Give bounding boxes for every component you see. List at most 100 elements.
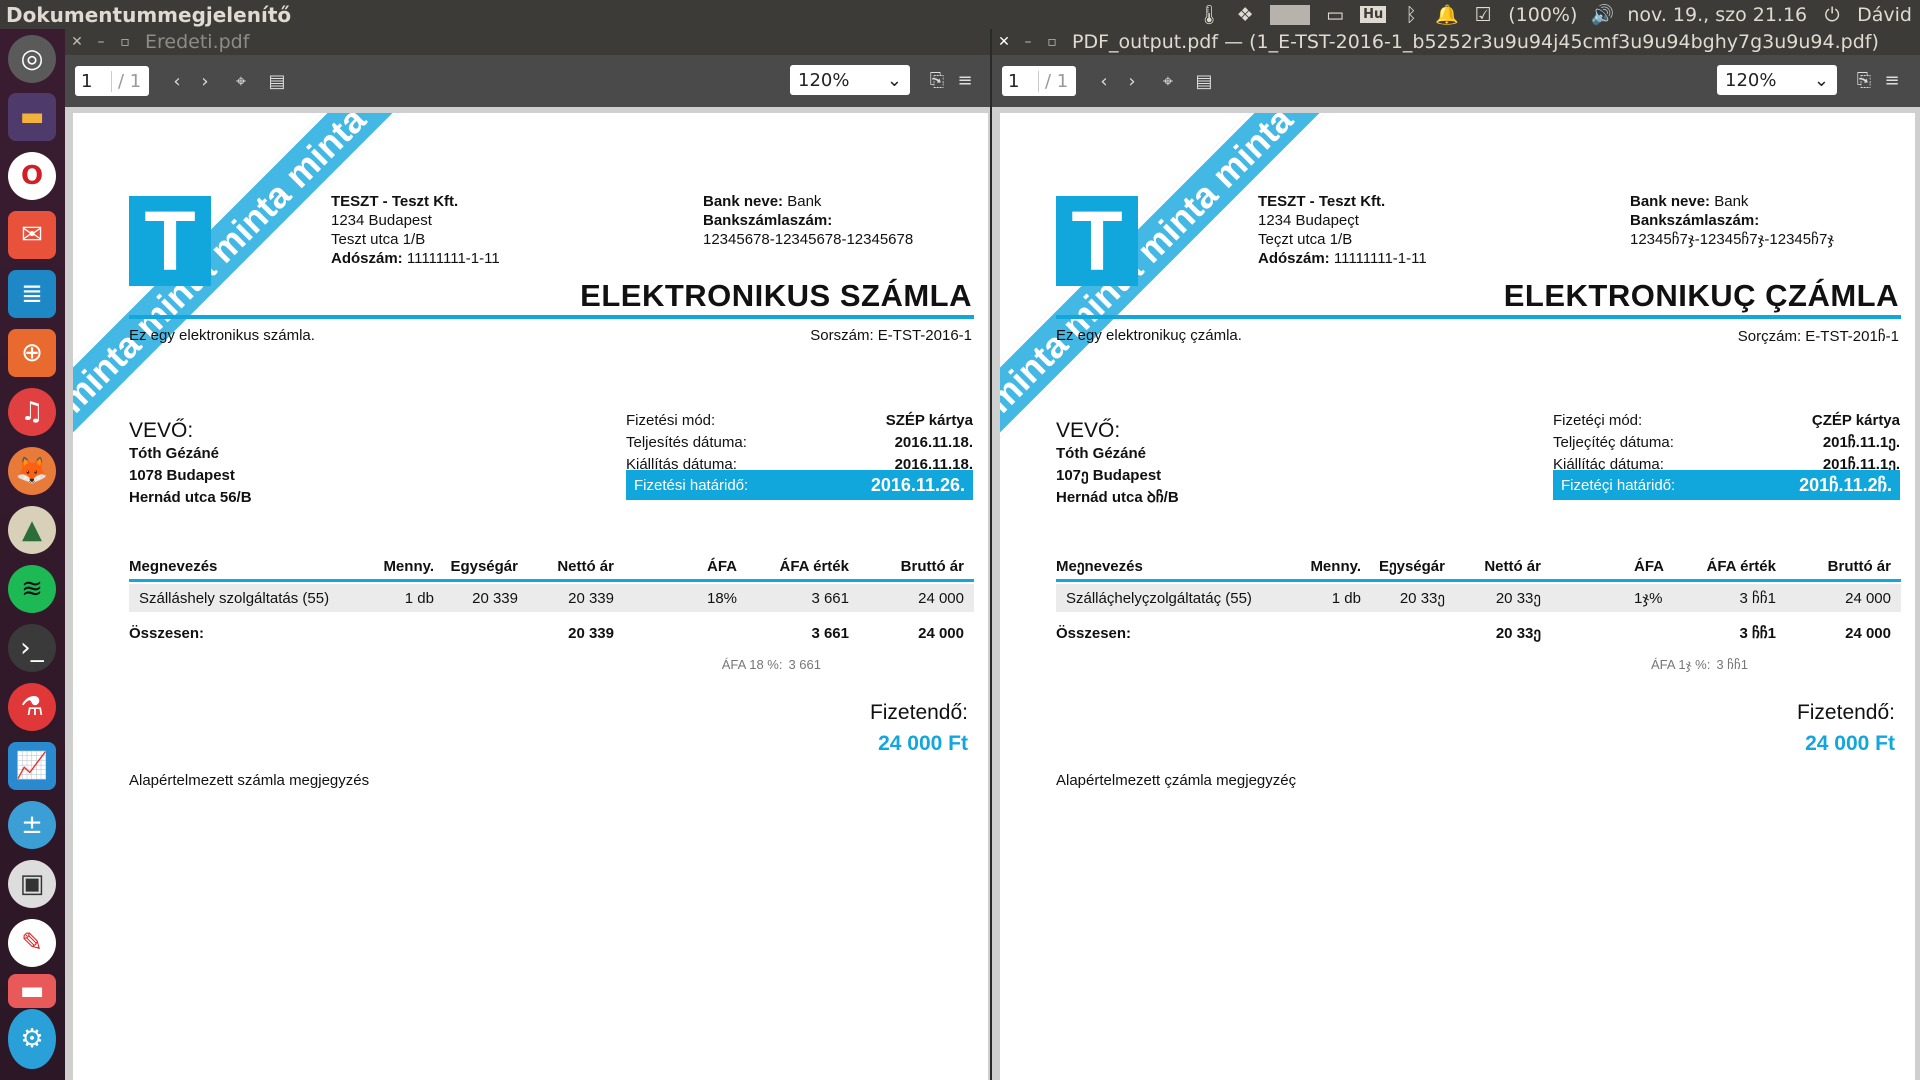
settings-icon[interactable]: ⚙ — [8, 1009, 56, 1069]
buyer-block: Tóth Gézáné 107ე Budapest Hernád utca ꝺჩ… — [1056, 443, 1179, 509]
row-qty: 1 db — [404, 589, 434, 607]
signature-icon[interactable]: ✎ — [8, 919, 56, 967]
clock[interactable]: nov. 19., szo 21.16 — [1627, 4, 1807, 26]
col-unit-price: Egységár — [450, 557, 518, 575]
invoice-title: ELEKTRONIKUÇ ÇZÁMLA — [1503, 278, 1899, 313]
calculator-icon[interactable]: ± — [8, 801, 56, 849]
maximize-icon[interactable]: ▫ — [113, 34, 137, 50]
title-divider — [1056, 315, 1901, 319]
next-page-icon[interactable]: › — [1118, 66, 1146, 96]
next-page-icon[interactable]: › — [191, 66, 219, 96]
issuer-name: TESZT - Teszt Kft. — [1258, 193, 1386, 210]
history-locate-icon[interactable]: ⌖ — [227, 66, 255, 96]
issuer-name: TESZT - Teszt Kft. — [331, 193, 459, 210]
payment-row: Teljesítés dátuma: 2016.11.18. — [626, 431, 973, 453]
volume-icon[interactable]: 🔊 — [1591, 4, 1615, 26]
system-tray: 🌡 ❖ ▭ Hu ᛒ 🔔 ☑ (100%) 🔊 nov. 19., szo 21… — [1197, 0, 1912, 29]
previous-page-icon[interactable]: ‹ — [163, 66, 191, 96]
hamburger-menu-icon[interactable]: ≡ — [951, 65, 979, 95]
right-document-view[interactable]: minta minta minta minta T TESZT - Teszt … — [992, 107, 1920, 1080]
minimize-icon[interactable]: – — [89, 34, 113, 50]
due-date-label: Fizetéçi határidő: — [1561, 476, 1676, 494]
row-name: Szálláshely szolgáltatás (55) — [139, 589, 330, 607]
table-header: Meეnevezés Menny. Eეységár Nettó ár ÁFA … — [1056, 555, 1901, 577]
remote-desktop-icon[interactable]: ▣ — [8, 860, 56, 908]
annotate-icon[interactable]: ▤ — [263, 66, 291, 96]
toggle-app-icon[interactable]: ▬ — [8, 974, 56, 1008]
right-toolbar: 1 / 1 ‹ › ⌖ ▤ 120% ⌄ ⎘ ≡ — [992, 55, 1920, 107]
blank-indicator[interactable] — [1270, 4, 1311, 25]
due-date-label: Fizetési határidő: — [634, 476, 749, 494]
music-icon[interactable]: ♫ — [8, 388, 56, 436]
notification-bell-icon[interactable]: 🔔 — [1435, 4, 1459, 26]
battery-check-icon[interactable]: ☑ — [1472, 4, 1494, 26]
right-titlebar: ✕ – ▫ PDF_output.pdf — (1_E-TST-2016-1_b… — [992, 29, 1920, 55]
dropbox-icon[interactable]: ❖ — [1234, 4, 1256, 26]
row-gross: 24 000 — [918, 589, 964, 607]
row-net: 20 339 — [568, 589, 614, 607]
software-center-icon[interactable]: ⊕ — [8, 329, 56, 377]
left-document-view[interactable]: minta minta minta minta T TESZT - Teszt … — [65, 107, 990, 1080]
annotate-icon[interactable]: ▤ — [1190, 66, 1218, 96]
close-icon[interactable]: ✕ — [65, 34, 89, 50]
previous-page-icon[interactable]: ‹ — [1090, 66, 1118, 96]
payable-label: Fizetendő: — [1796, 701, 1895, 724]
flask-icon[interactable]: ⚗ — [8, 683, 56, 731]
close-icon[interactable]: ✕ — [992, 34, 1016, 50]
left-titlebar: ✕ – ▫ Eredeti.pdf — [65, 29, 990, 55]
gimp-icon[interactable]: 🦊 — [8, 447, 56, 495]
terminal-icon[interactable]: ›_ — [8, 624, 56, 672]
total-pages: / 1 — [1045, 70, 1069, 92]
issuer-city: 1234 Budapest — [331, 212, 432, 229]
payment-method-label: Fizetéçi mód: — [1553, 411, 1643, 429]
invoice-page: minta minta minta minta T TESZT - Teszt … — [1000, 113, 1915, 1080]
title-divider — [129, 315, 974, 319]
invoice-serial: Sorszám: E-TST-2016-1 — [810, 327, 972, 344]
spotify-icon[interactable]: ≋ — [8, 565, 56, 613]
opera-icon[interactable]: O — [8, 152, 56, 200]
keyboard-layout-indicator[interactable]: Hu — [1360, 6, 1387, 23]
vat-breakdown-value: 3 661 — [788, 657, 821, 672]
inkscape-icon[interactable]: ▲ — [8, 506, 56, 554]
files-icon[interactable]: ▬ — [8, 93, 56, 141]
bookmark-icon[interactable]: ⎘ — [923, 65, 951, 95]
writer-icon[interactable]: ≣ — [8, 270, 56, 318]
issuer-street: Teçzt utca 1/B — [1258, 231, 1353, 248]
bank-account-value: 12345678-12345678-12345678 — [703, 231, 914, 248]
bank-name-label: Bank neve: — [1630, 193, 1711, 210]
maximize-icon[interactable]: ▫ — [1040, 34, 1064, 50]
current-page[interactable]: 1 — [75, 70, 112, 92]
total-gross: 24 000 — [1845, 624, 1891, 642]
history-locate-icon[interactable]: ⌖ — [1154, 66, 1182, 96]
mail-icon[interactable]: ✉ — [8, 211, 56, 259]
total-vat: 3 661 — [811, 624, 849, 642]
current-page[interactable]: 1 — [1002, 70, 1039, 92]
bookmark-icon[interactable]: ⎘ — [1850, 65, 1878, 95]
ubuntu-dash-icon[interactable]: ◎ — [8, 35, 56, 83]
system-monitor-icon[interactable]: 📈 — [8, 742, 56, 790]
thermometer-icon[interactable]: 🌡 — [1197, 4, 1221, 26]
app-menu-title[interactable]: Dokumentummegjelenítő — [0, 3, 291, 27]
issuer-block: TESZT - Teszt Kft. 1234 Budapest Teszt u… — [331, 192, 500, 268]
page-number-field[interactable]: 1 / 1 — [1002, 66, 1076, 96]
user-name[interactable]: Dávid — [1857, 4, 1912, 26]
buyer-heading: VEVŐ: — [129, 419, 194, 442]
payment-row: Fizetéçi mód: ÇZÉP kártya — [1553, 409, 1900, 431]
col-gross: Bruttó ár — [1827, 557, 1891, 575]
issuer-city: 1234 Budapeçt — [1258, 212, 1359, 229]
bluetooth-icon[interactable]: ᛒ — [1400, 4, 1422, 26]
hamburger-menu-icon[interactable]: ≡ — [1878, 65, 1906, 95]
zoom-select[interactable]: 120% ⌄ — [790, 65, 910, 95]
session-icon[interactable]: ⏻ — [1821, 4, 1843, 26]
minimize-icon[interactable]: – — [1016, 34, 1040, 50]
col-vat-value: ÁFA érték — [779, 557, 849, 575]
zoom-select[interactable]: 120% ⌄ — [1717, 65, 1837, 95]
table-total-row: Összesen: 20 339 3 661 24 000 — [129, 621, 974, 645]
bank-account-label: Bankszámlaszám: — [1630, 212, 1760, 229]
page-number-field[interactable]: 1 / 1 — [75, 66, 149, 96]
col-vat-value: ÁFA érték — [1706, 557, 1776, 575]
vat-breakdown: ÁFA 18 %: 3 661 — [621, 657, 821, 672]
buyer-block: Tóth Gézáné 1078 Budapest Hernád utca 56… — [129, 443, 252, 509]
screen-icon[interactable]: ▭ — [1324, 4, 1346, 26]
battery-percentage[interactable]: (100%) — [1508, 4, 1577, 26]
